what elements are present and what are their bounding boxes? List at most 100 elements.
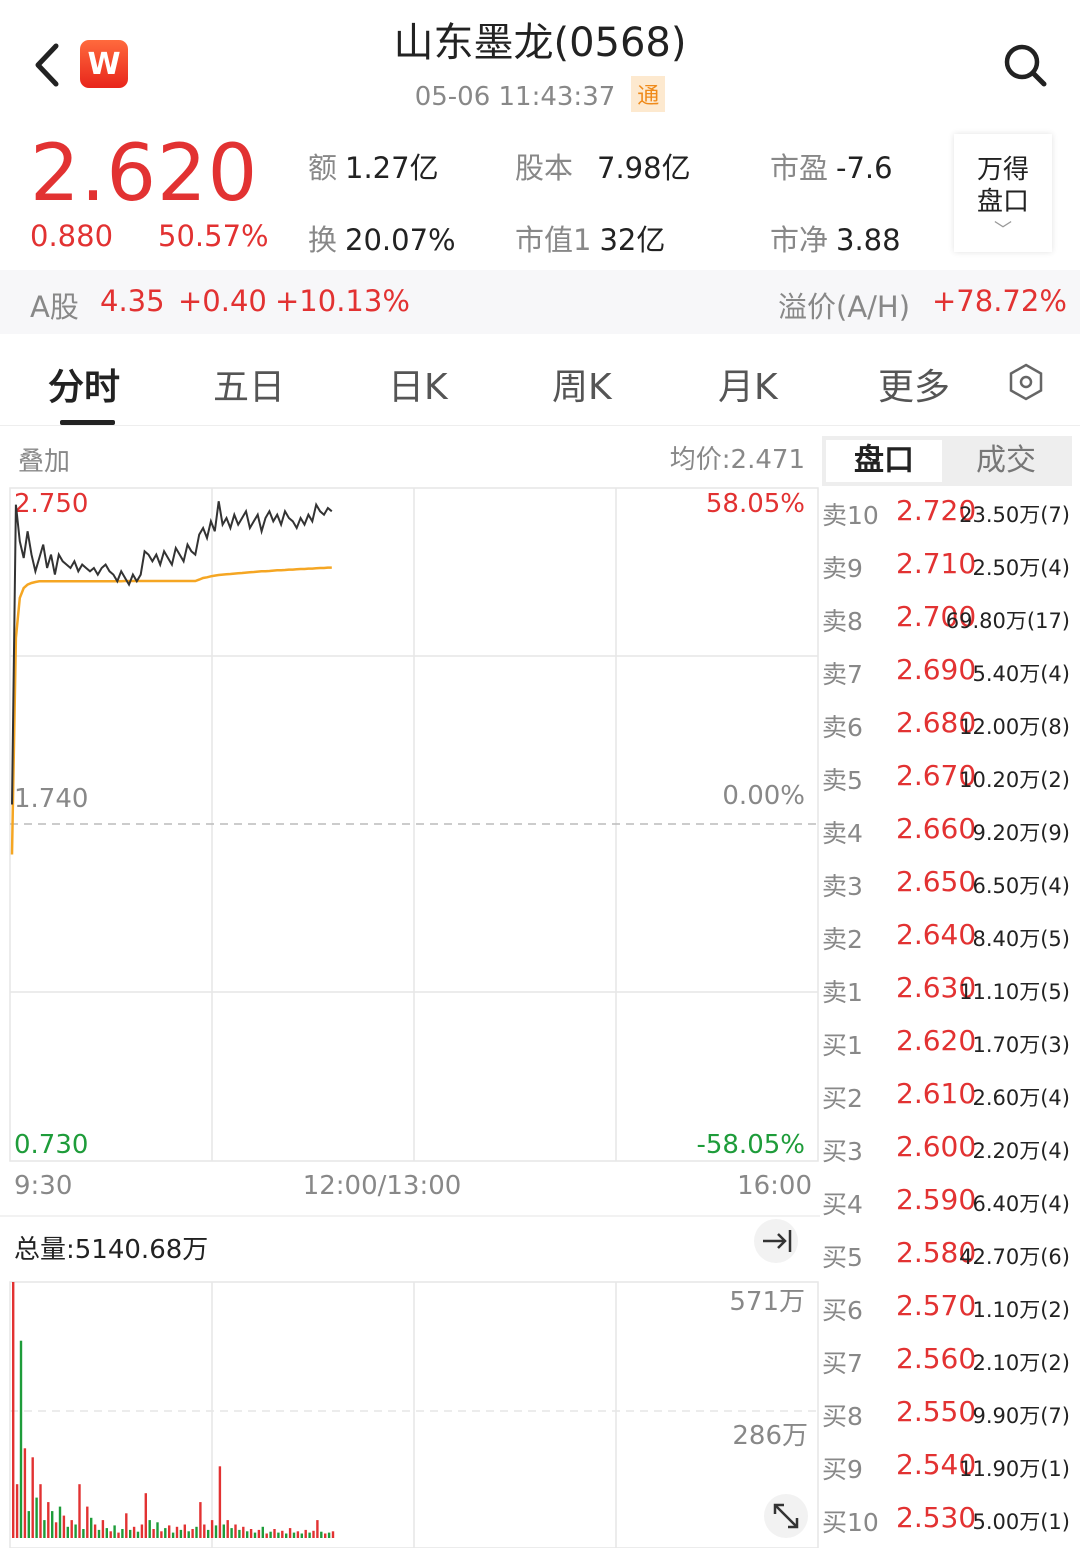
order-book-level-label: 卖7 xyxy=(822,660,863,689)
order-book-price: 2.640 xyxy=(896,918,977,951)
order-book-level-label: 卖3 xyxy=(822,872,863,901)
order-book-row[interactable]: 卖1 2.630 11.10万(5) xyxy=(820,969,1080,1009)
a-share-comparison[interactable]: A股 4.35 +0.40 +10.13% 溢价(A/H) +78.72% xyxy=(0,270,1080,334)
volume-bar xyxy=(175,1526,179,1538)
order-book-row[interactable]: 卖7 2.690 5.40万(4) xyxy=(820,651,1080,691)
volume-bar xyxy=(261,1526,264,1538)
order-book-volume: 6.40万(4) xyxy=(972,1192,1070,1216)
volume-bar xyxy=(253,1532,257,1538)
order-book-row[interactable]: 买8 2.550 9.90万(7) xyxy=(820,1393,1080,1433)
volume-bar xyxy=(66,1526,69,1538)
volume-bar xyxy=(218,1466,222,1538)
order-book-volume: 8.40万(5) xyxy=(972,927,1070,951)
order-book-row[interactable]: 买10 2.530 5.00万(1) xyxy=(820,1499,1080,1539)
overlay-label[interactable]: 叠加 xyxy=(18,447,70,477)
order-book-row[interactable]: 卖9 2.710 2.50万(4) xyxy=(820,545,1080,585)
order-book-row[interactable]: 买2 2.610 2.60万(4) xyxy=(820,1075,1080,1115)
a-share-label: A股 xyxy=(30,290,79,324)
tab-trades[interactable]: 成交 xyxy=(948,440,1064,482)
volume-bar xyxy=(214,1525,218,1538)
order-book-volume: 2.10万(2) xyxy=(972,1351,1070,1375)
order-book-price: 2.610 xyxy=(896,1077,977,1110)
tab-five-day[interactable]: 五日 xyxy=(213,358,285,410)
volume-bars xyxy=(12,1282,335,1538)
volume-bar xyxy=(257,1529,261,1538)
order-book-row[interactable]: 买3 2.600 2.20万(4) xyxy=(820,1128,1080,1168)
volume-bar xyxy=(19,1340,23,1538)
tab-intraday[interactable]: 分时 xyxy=(48,358,120,410)
volume-bar xyxy=(12,1282,15,1538)
order-book-level-label: 买8 xyxy=(822,1402,863,1431)
order-book-row[interactable]: 卖5 2.670 10.20万(2) xyxy=(820,757,1080,797)
volume-bar xyxy=(113,1525,116,1538)
order-book-row[interactable]: 买5 2.580 42.70万(6) xyxy=(820,1234,1080,1274)
order-book-price: 2.570 xyxy=(896,1289,977,1322)
order-book-row[interactable]: 买9 2.540 11.90万(1) xyxy=(820,1446,1080,1486)
order-book-row[interactable]: 买6 2.570 1.10万(2) xyxy=(820,1287,1080,1327)
volume-bar xyxy=(296,1531,300,1538)
volume-bar xyxy=(125,1513,128,1538)
wande-orderbook-button[interactable]: 万得 盘口 ﹀ xyxy=(954,134,1052,252)
order-book-panel: 盘口 成交 卖10 2.720 23.50万(7) 卖9 2.710 2.50万(4) 卖8… xyxy=(820,426,1080,1548)
order-book-row[interactable]: 买7 2.560 2.10万(2) xyxy=(820,1340,1080,1380)
volume-bar xyxy=(90,1517,93,1538)
ah-premium-label: 溢价(A/H) xyxy=(778,290,911,324)
order-book-row[interactable]: 卖4 2.660 9.20万(9) xyxy=(820,810,1080,850)
order-book-level-label: 买2 xyxy=(822,1084,863,1113)
order-book-row[interactable]: 卖6 2.680 12.00万(8) xyxy=(820,704,1080,744)
intraday-chart[interactable]: 叠加 均价:2.471 2.750 1.740 0.730 58.05% 0.0… xyxy=(0,426,820,1548)
order-book-row[interactable]: 卖8 2.700 69.80万(17) xyxy=(820,598,1080,638)
active-tab-indicator xyxy=(60,420,115,425)
order-book-level-label: 买4 xyxy=(822,1190,863,1219)
jump-to-latest-icon[interactable] xyxy=(754,1219,798,1263)
volume-bar xyxy=(78,1484,81,1538)
period-tabs: 分时 五日 日K 周K 月K 更多 xyxy=(0,334,1080,426)
order-book-row[interactable]: 买1 2.620 1.70万(3) xyxy=(820,1022,1080,1062)
order-book-price: 2.650 xyxy=(896,865,977,898)
order-book-volume: 5.40万(4) xyxy=(972,662,1070,686)
order-book-price: 2.710 xyxy=(896,547,977,580)
order-book-row[interactable]: 卖2 2.640 8.40万(5) xyxy=(820,916,1080,956)
volume-bar xyxy=(43,1520,46,1538)
volume-bar xyxy=(269,1531,272,1538)
order-book-volume: 11.10万(5) xyxy=(959,980,1070,1004)
volume-bar xyxy=(129,1529,132,1538)
order-book-price: 2.530 xyxy=(896,1501,977,1534)
ah-premium-value: +78.72% xyxy=(932,284,1067,318)
order-book-price: 2.660 xyxy=(896,812,977,845)
price-change-pct: 50.57% xyxy=(158,219,269,253)
a-share-change-pct: +10.13% xyxy=(275,284,410,318)
volume-bar xyxy=(277,1532,280,1538)
settings-hexagon-icon[interactable] xyxy=(1006,362,1046,402)
volume-bar xyxy=(97,1529,101,1538)
order-book-volume: 1.70万(3) xyxy=(972,1033,1070,1057)
search-icon[interactable] xyxy=(1000,40,1050,90)
volume-bar xyxy=(308,1532,311,1538)
order-book-row[interactable]: 买4 2.590 6.40万(4) xyxy=(820,1181,1080,1221)
order-book-volume: 9.90万(7) xyxy=(972,1404,1070,1428)
x-axis-mid: 12:00/13:00 xyxy=(303,1171,462,1201)
volume-bar xyxy=(281,1530,284,1538)
volume-bar xyxy=(222,1524,225,1538)
volume-bar xyxy=(304,1529,307,1538)
order-book-level-label: 买9 xyxy=(822,1455,863,1484)
order-book-price: 2.560 xyxy=(896,1342,977,1375)
tab-weekly-k[interactable]: 周K xyxy=(552,358,612,410)
fullscreen-expand-icon[interactable] xyxy=(764,1494,808,1538)
order-book-level-label: 卖1 xyxy=(822,978,863,1007)
volume-bar xyxy=(132,1526,136,1538)
tab-more[interactable]: 更多 xyxy=(878,358,950,410)
order-book-row[interactable]: 卖3 2.650 6.50万(4) xyxy=(820,863,1080,903)
order-book-level-label: 卖6 xyxy=(822,713,863,742)
tab-order-book[interactable]: 盘口 xyxy=(826,440,942,482)
volume-bar xyxy=(27,1511,30,1538)
volume-bar xyxy=(31,1457,34,1538)
volume-bar xyxy=(242,1526,245,1538)
volume-bar xyxy=(152,1529,155,1538)
tab-daily-k[interactable]: 日K xyxy=(388,358,448,410)
pct-axis-top: 58.05% xyxy=(706,489,805,519)
tab-monthly-k[interactable]: 月K xyxy=(718,358,778,410)
order-book-row[interactable]: 卖10 2.720 23.50万(7) xyxy=(820,492,1080,532)
order-book-level-label: 卖9 xyxy=(822,554,863,583)
y-axis-top: 2.750 xyxy=(14,489,88,519)
